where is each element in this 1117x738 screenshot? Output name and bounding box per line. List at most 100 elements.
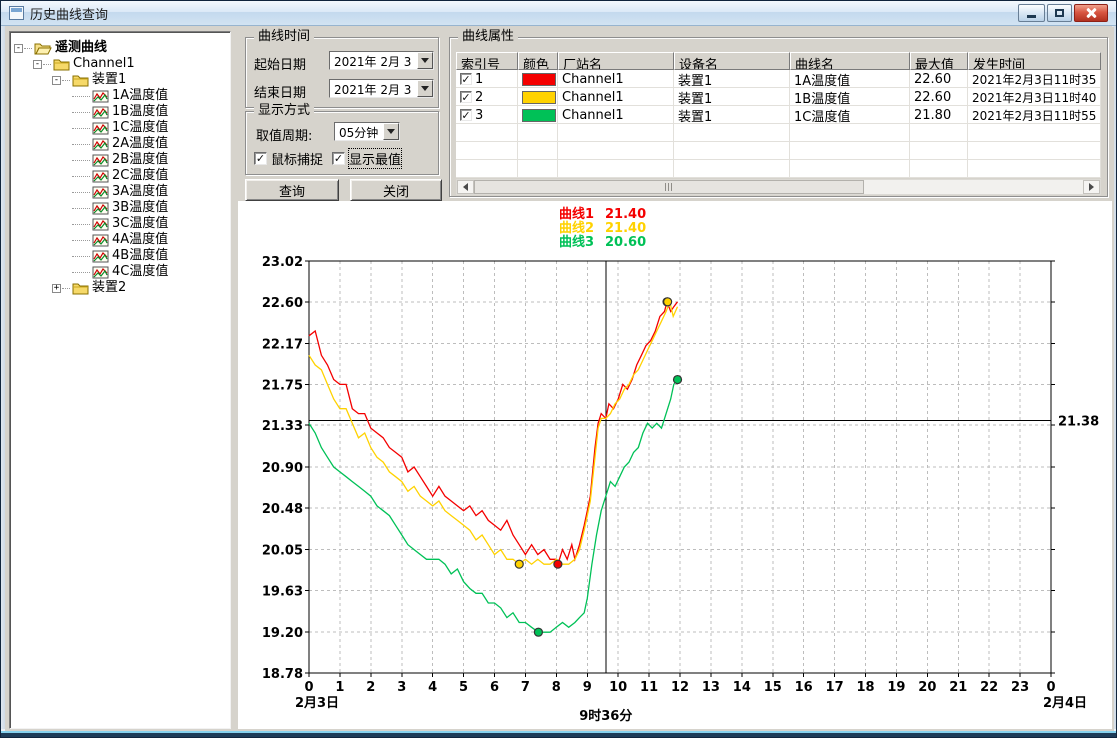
table-row[interactable] xyxy=(456,160,1101,178)
checkbox-checked-icon[interactable]: ✓ xyxy=(332,152,345,165)
table-cell xyxy=(518,142,558,160)
chart-label: 5 xyxy=(459,680,468,695)
max-marker xyxy=(664,298,672,306)
tree-connector xyxy=(24,48,32,49)
start-date-dropdown-button[interactable] xyxy=(417,52,433,69)
table-row[interactable]: ✓1Channel1装置11A温度值22.602021年2月3日11时35 xyxy=(456,70,1101,88)
chart-label: 曲线3 xyxy=(559,234,594,250)
folder-icon xyxy=(72,74,89,87)
tree-connector xyxy=(72,112,90,113)
start-date-combobox[interactable]: 2021年 2月 3 xyxy=(329,51,434,70)
tree-item[interactable]: 2C温度值 xyxy=(12,168,228,184)
period-combobox[interactable]: 05分钟 xyxy=(334,122,400,141)
max-marker xyxy=(674,376,682,384)
tree-item[interactable]: -Channel1 xyxy=(12,56,228,72)
table-header-cell[interactable]: 厂站名 xyxy=(558,52,674,70)
tree-expand-icon[interactable]: + xyxy=(52,284,61,293)
table-header-cell[interactable]: 曲线名 xyxy=(790,52,910,70)
table-header-cell[interactable]: 索引号 xyxy=(456,52,518,70)
h-scrollbar[interactable] xyxy=(456,179,1101,195)
table-cell: 2021年2月3日11时35 xyxy=(968,70,1101,88)
chart-label: 曲线1 xyxy=(559,206,594,222)
tree-connector xyxy=(72,128,90,129)
tree-item[interactable]: 2A温度值 xyxy=(12,136,228,152)
tree-collapse-icon[interactable]: - xyxy=(33,60,42,69)
table-cell xyxy=(968,160,1101,178)
end-date-combobox[interactable]: 2021年 2月 3 xyxy=(329,79,434,98)
tree-connector xyxy=(72,256,90,257)
chart-label: 17 xyxy=(826,680,844,695)
row-checkbox[interactable]: ✓ xyxy=(460,91,472,103)
row-index: 3 xyxy=(475,108,483,123)
tree-item[interactable]: 1B温度值 xyxy=(12,104,228,120)
chart-label: 23.02 xyxy=(262,255,303,270)
chevron-down-icon xyxy=(421,86,429,91)
restore-button[interactable] xyxy=(1047,4,1072,22)
curve-icon xyxy=(92,106,109,119)
close-button[interactable] xyxy=(1074,4,1108,22)
chart-label: 4 xyxy=(428,680,437,695)
tree-item[interactable]: 2B温度值 xyxy=(12,152,228,168)
table-cell xyxy=(674,124,790,142)
curve-icon xyxy=(92,250,109,263)
tree-item[interactable]: - 遥测曲线 xyxy=(12,40,228,56)
table-cell: 22.60 xyxy=(910,70,968,88)
tree-item[interactable]: 3B温度值 xyxy=(12,200,228,216)
tree-item[interactable]: 4B温度值 xyxy=(12,248,228,264)
row-checkbox[interactable]: ✓ xyxy=(460,109,472,121)
chart-label: 15 xyxy=(764,680,782,695)
end-date-dropdown-button[interactable] xyxy=(417,80,433,97)
curve-icon xyxy=(92,186,109,199)
curve-icon xyxy=(92,122,109,135)
row-checkbox[interactable]: ✓ xyxy=(460,73,472,85)
row-index: 1 xyxy=(475,72,483,87)
table-row[interactable] xyxy=(456,142,1101,160)
chart-label: 2月3日 xyxy=(295,696,339,711)
tree-collapse-icon[interactable]: - xyxy=(52,76,61,85)
tree-item[interactable]: 1A温度值 xyxy=(12,88,228,104)
tree-item[interactable]: 4A温度值 xyxy=(12,232,228,248)
table-cell xyxy=(456,124,518,142)
scroll-right-button[interactable] xyxy=(1083,180,1100,194)
period-dropdown-button[interactable] xyxy=(383,123,399,140)
tree-item[interactable]: + 装置2 xyxy=(12,280,228,296)
table-cell xyxy=(910,142,968,160)
tree-item[interactable]: 1C温度值 xyxy=(12,120,228,136)
scroll-left-button[interactable] xyxy=(457,180,474,194)
tree-item[interactable]: 4C温度值 xyxy=(12,264,228,280)
tree-item-label: 遥测曲线 xyxy=(55,40,107,56)
table-header-cell[interactable]: 颜色 xyxy=(518,52,558,70)
checkbox-checked-icon[interactable]: ✓ xyxy=(254,152,267,165)
table-row[interactable]: ✓3Channel1装置11C温度值21.802021年2月3日11时55 xyxy=(456,106,1101,124)
tree-item[interactable]: 3A温度值 xyxy=(12,184,228,200)
chart-label: 18.78 xyxy=(262,667,303,682)
minimize-button[interactable] xyxy=(1018,4,1045,22)
tree-item[interactable]: -装置1 xyxy=(12,72,228,88)
chart-label: 20.48 xyxy=(262,502,303,517)
table-header-cell[interactable]: 最大值 xyxy=(910,52,968,70)
groupbox-curve-time-label: 曲线时间 xyxy=(254,30,314,44)
min-marker xyxy=(534,628,542,636)
tree-item[interactable]: 3C温度值 xyxy=(12,216,228,232)
tree-connector xyxy=(72,240,90,241)
mouse-capture-label: 鼠标捕捉 xyxy=(271,149,323,168)
show-extremes-checkbox[interactable]: ✓ 显示最值 xyxy=(332,149,401,168)
table-row[interactable] xyxy=(456,124,1101,142)
table-header-cell[interactable]: 设备名 xyxy=(674,52,790,70)
groupbox-curve-props-label: 曲线属性 xyxy=(458,30,518,44)
table-row[interactable]: ✓2Channel1装置11B温度值22.602021年2月3日11时40 xyxy=(456,88,1101,106)
chart-label: 7 xyxy=(521,680,530,695)
scroll-thumb[interactable] xyxy=(474,180,864,194)
groupbox-curve-props: 曲线属性 索引号颜色厂站名设备名曲线名最大值发生时间✓1Channel1装置11… xyxy=(449,37,1108,197)
table-header-cell[interactable]: 发生时间 xyxy=(968,52,1101,70)
chart-label: 20.05 xyxy=(262,544,303,559)
table-cell xyxy=(910,160,968,178)
query-button[interactable]: 查询 xyxy=(245,179,339,201)
mouse-capture-checkbox[interactable]: ✓ 鼠标捕捉 xyxy=(254,149,323,168)
close-action-button[interactable]: 关闭 xyxy=(350,179,442,201)
tree-collapse-icon[interactable]: - xyxy=(14,44,23,53)
table-cell xyxy=(674,160,790,178)
tree-item-label: 装置2 xyxy=(92,280,126,296)
scroll-track[interactable] xyxy=(474,180,1083,194)
table-cell: 装置1 xyxy=(674,106,790,124)
